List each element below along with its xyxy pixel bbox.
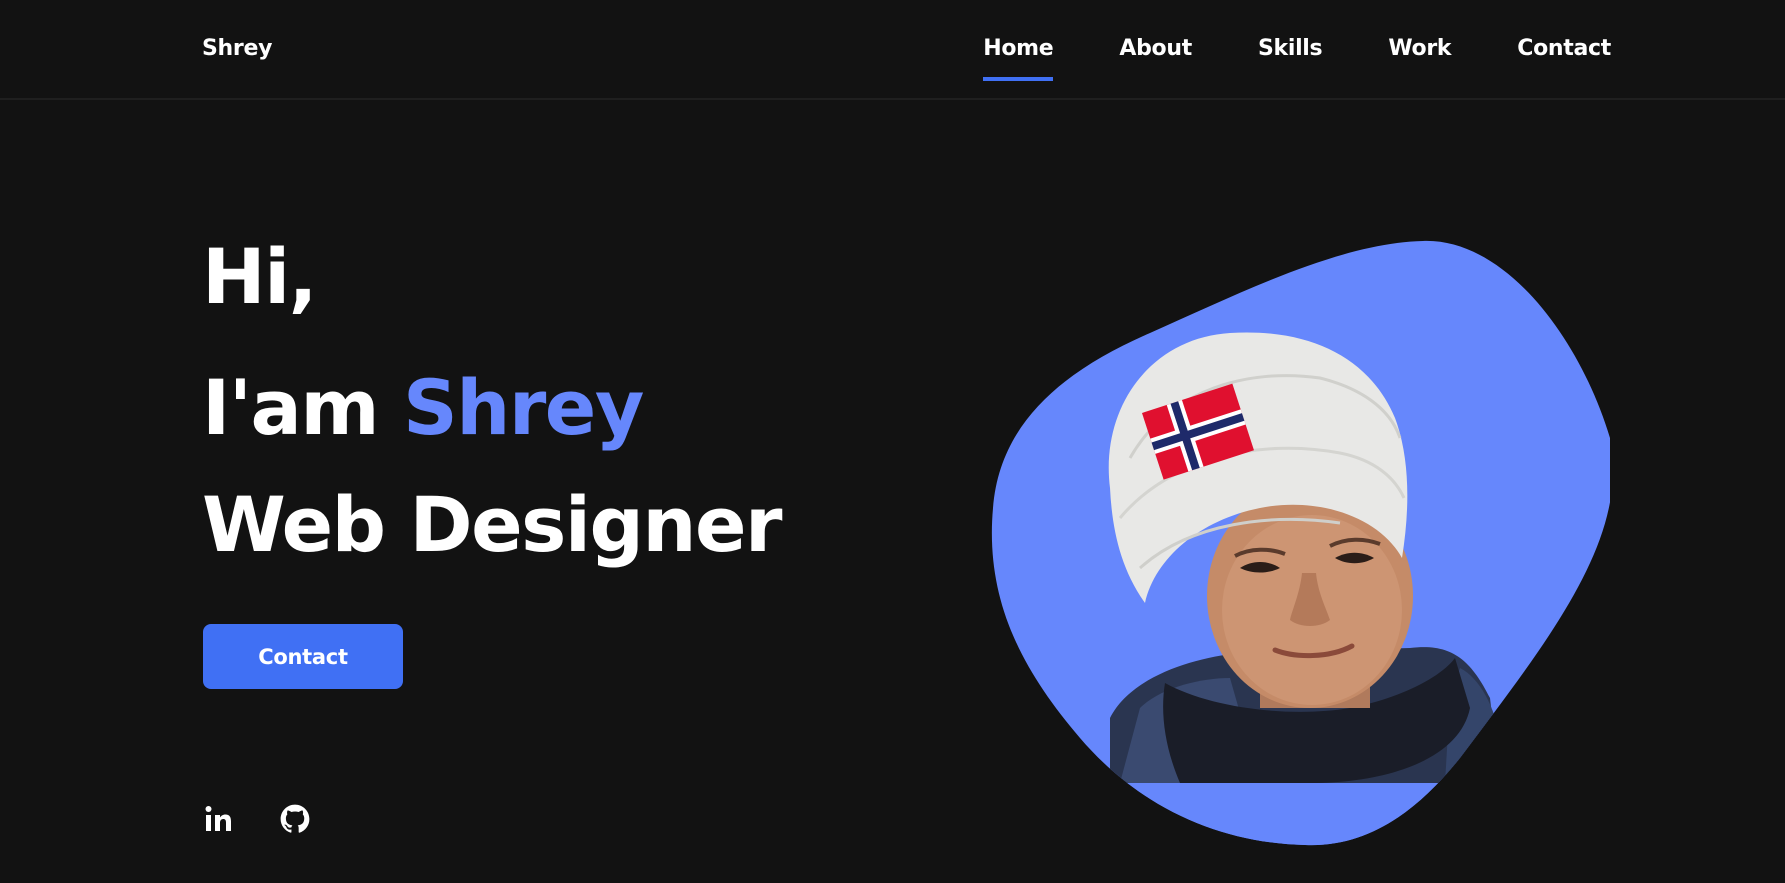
github-icon[interactable] bbox=[280, 804, 310, 834]
nav-link-about[interactable]: About bbox=[1119, 36, 1192, 61]
hero-greeting: Hi, bbox=[202, 232, 318, 321]
social-links bbox=[204, 804, 310, 834]
nav-link-contact[interactable]: Contact bbox=[1517, 36, 1611, 61]
nav-link-skills[interactable]: Skills bbox=[1258, 36, 1323, 61]
hero-intro-line: I'am Shrey bbox=[202, 349, 781, 466]
site-logo[interactable]: Shrey bbox=[202, 36, 272, 61]
hero-name: Shrey bbox=[402, 363, 644, 452]
main-nav: Home About Skills Work Contact bbox=[983, 36, 1611, 81]
hero-heading: Hi, I'am Shrey Web Designer bbox=[202, 232, 782, 583]
site-header: Shrey Home About Skills Work Contact bbox=[0, 0, 1785, 100]
linkedin-icon[interactable] bbox=[204, 804, 234, 834]
nav-link-work[interactable]: Work bbox=[1388, 36, 1451, 61]
hero-portrait bbox=[990, 238, 1610, 848]
hero-intro-prefix: I'am bbox=[202, 363, 403, 452]
contact-button[interactable]: Contact bbox=[203, 624, 403, 689]
hero-role: Web Designer bbox=[202, 480, 782, 569]
nav-link-home[interactable]: Home bbox=[983, 36, 1054, 81]
